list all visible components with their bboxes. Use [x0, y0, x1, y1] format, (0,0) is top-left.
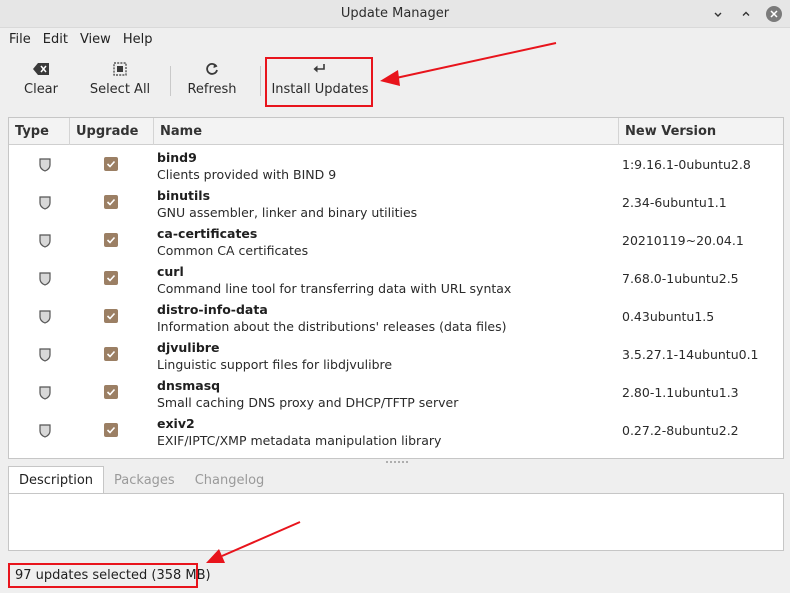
menu-help[interactable]: Help: [117, 32, 159, 47]
package-name-cell: exiv2 EXIF/IPTC/XMP metadata manipulatio…: [157, 416, 441, 449]
package-version: 0.43ubuntu1.5: [622, 309, 715, 324]
menu-file[interactable]: File: [3, 32, 37, 47]
package-version: 1:9.16.1-0ubuntu2.8: [622, 157, 751, 172]
package-version: 3.5.27.1-14ubuntu0.1: [622, 347, 759, 362]
column-name[interactable]: Name: [154, 118, 619, 145]
package-name-cell: bind9 Clients provided with BIND 9: [157, 150, 336, 183]
package-name-cell: curl Command line tool for transferring …: [157, 264, 511, 297]
package-name-cell: djvulibre Linguistic support files for l…: [157, 340, 392, 373]
table-row[interactable]: ca-certificates Common CA certificates 2…: [9, 222, 783, 260]
upgrade-checkbox[interactable]: [104, 271, 118, 285]
table-body: bind9 Clients provided with BIND 9 1:9.1…: [9, 146, 783, 450]
package-name: exiv2: [157, 416, 195, 431]
package-description: EXIF/IPTC/XMP metadata manipulation libr…: [157, 433, 442, 448]
column-type[interactable]: Type: [9, 118, 70, 145]
menu-bar: File Edit View Help: [0, 28, 790, 50]
package-name-cell: distro-info-data Information about the d…: [157, 302, 507, 335]
tab-changelog[interactable]: Changelog: [185, 466, 275, 494]
minimize-icon[interactable]: [710, 6, 726, 22]
shield-icon: [39, 272, 51, 290]
tab-packages[interactable]: Packages: [104, 466, 185, 494]
shield-icon: [39, 234, 51, 252]
shield-icon: [39, 310, 51, 328]
scrollbar[interactable]: [775, 146, 783, 458]
clear-label: Clear: [24, 82, 58, 97]
table-row[interactable]: dnsmasq Small caching DNS proxy and DHCP…: [9, 374, 783, 412]
close-icon[interactable]: [766, 6, 782, 22]
package-table: Type Upgrade Name New Version bind9 Clie…: [8, 117, 784, 459]
clear-button[interactable]: Clear: [12, 52, 70, 104]
table-row[interactable]: distro-info-data Information about the d…: [9, 298, 783, 336]
toolbar: Clear Select All Refresh Install Updates: [0, 52, 790, 104]
package-name-cell: dnsmasq Small caching DNS proxy and DHCP…: [157, 378, 458, 411]
upgrade-checkbox[interactable]: [104, 347, 118, 361]
shield-icon: [39, 158, 51, 176]
shield-icon: [39, 348, 51, 366]
package-name: distro-info-data: [157, 302, 268, 317]
package-name: bind9: [157, 150, 197, 165]
select-all-label: Select All: [89, 82, 151, 97]
package-description: Small caching DNS proxy and DHCP/TFTP se…: [157, 395, 459, 410]
table-row[interactable]: curl Command line tool for transferring …: [9, 260, 783, 298]
package-version: 0.27.2-8ubuntu2.2: [622, 423, 739, 438]
upgrade-checkbox[interactable]: [104, 157, 118, 171]
shield-icon: [39, 386, 51, 404]
install-updates-button[interactable]: Install Updates: [270, 52, 370, 104]
shield-icon: [39, 424, 51, 442]
package-version: 20210119~20.04.1: [622, 233, 744, 248]
package-name: djvulibre: [157, 340, 220, 355]
menu-view[interactable]: View: [74, 32, 117, 47]
package-name: dnsmasq: [157, 378, 221, 393]
table-header: Type Upgrade Name New Version: [9, 118, 783, 145]
upgrade-checkbox[interactable]: [104, 385, 118, 399]
window-controls: [710, 0, 782, 28]
package-name-cell: ca-certificates Common CA certificates: [157, 226, 308, 259]
table-row[interactable]: binutils GNU assembler, linker and binar…: [9, 184, 783, 222]
upgrade-checkbox[interactable]: [104, 195, 118, 209]
package-name: ca-certificates: [157, 226, 258, 241]
package-description: Common CA certificates: [157, 243, 309, 258]
package-version: 2.80-1.1ubuntu1.3: [622, 385, 739, 400]
upgrade-checkbox[interactable]: [104, 423, 118, 437]
install-updates-label: Install Updates: [271, 82, 369, 97]
backspace-icon: [33, 60, 49, 78]
title-bar: Update Manager: [0, 0, 790, 28]
column-upgrade[interactable]: Upgrade: [70, 118, 154, 145]
pane-splitter[interactable]: [383, 459, 411, 465]
detail-tabs: Description Packages Changelog: [8, 466, 274, 494]
upgrade-checkbox[interactable]: [104, 233, 118, 247]
package-version: 2.34-6ubuntu1.1: [622, 195, 727, 210]
toolbar-separator: [170, 66, 171, 96]
description-panel: [8, 493, 784, 551]
package-description: Linguistic support files for libdjvulibr…: [157, 357, 393, 372]
maximize-icon[interactable]: [738, 6, 754, 22]
select-all-button[interactable]: Select All: [86, 52, 154, 104]
package-description: Clients provided with BIND 9: [157, 167, 337, 182]
table-row[interactable]: bind9 Clients provided with BIND 9 1:9.1…: [9, 146, 783, 184]
table-row[interactable]: exiv2 EXIF/IPTC/XMP metadata manipulatio…: [9, 412, 783, 450]
refresh-icon: [205, 60, 219, 78]
package-description: Information about the distributions' rel…: [157, 319, 507, 334]
tab-description[interactable]: Description: [8, 466, 105, 494]
package-version: 7.68.0-1ubuntu2.5: [622, 271, 739, 286]
table-row[interactable]: djvulibre Linguistic support files for l…: [9, 336, 783, 374]
toolbar-separator: [260, 66, 261, 96]
status-text: 97 updates selected (358 MB): [15, 568, 211, 583]
package-name: curl: [157, 264, 184, 279]
enter-arrow-icon: [313, 60, 327, 78]
package-name: binutils: [157, 188, 211, 203]
package-description: GNU assembler, linker and binary utiliti…: [157, 205, 418, 220]
select-all-icon: [113, 60, 127, 78]
refresh-button[interactable]: Refresh: [184, 52, 240, 104]
column-new-version[interactable]: New Version: [619, 118, 783, 145]
upgrade-checkbox[interactable]: [104, 309, 118, 323]
shield-icon: [39, 196, 51, 214]
package-description: Command line tool for transferring data …: [157, 281, 512, 296]
window-title: Update Manager: [340, 6, 450, 21]
menu-edit[interactable]: Edit: [37, 32, 74, 47]
package-name-cell: binutils GNU assembler, linker and binar…: [157, 188, 417, 221]
refresh-label: Refresh: [187, 82, 237, 97]
